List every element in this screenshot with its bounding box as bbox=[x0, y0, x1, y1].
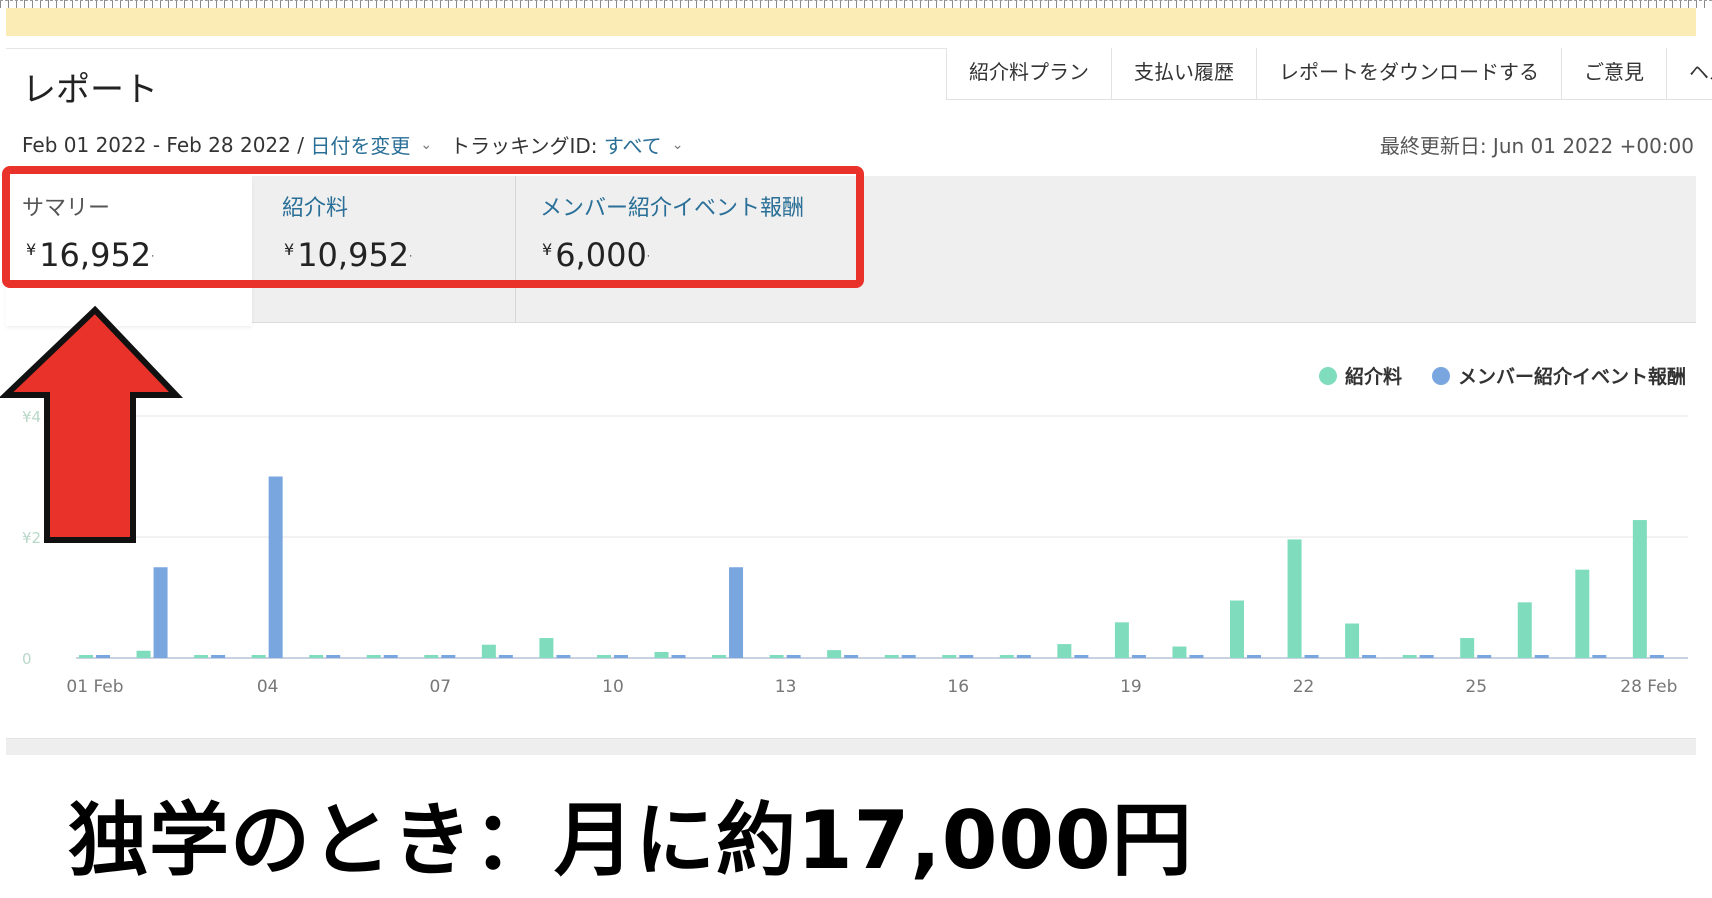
bar-fee[interactable] bbox=[596, 654, 611, 658]
bar-fee[interactable] bbox=[827, 650, 842, 658]
bar-event[interactable] bbox=[671, 654, 686, 658]
bar-fee[interactable] bbox=[481, 644, 496, 658]
y-tick-label: ¥4 bbox=[22, 408, 41, 426]
bar-fee[interactable] bbox=[1575, 569, 1590, 658]
bar-event[interactable] bbox=[1419, 654, 1434, 658]
x-tick-label: 28 Feb bbox=[1620, 677, 1677, 697]
x-tick-label: 22 bbox=[1293, 677, 1315, 697]
bar-event[interactable] bbox=[383, 654, 398, 658]
bar-event[interactable] bbox=[96, 654, 110, 658]
bar-fee[interactable] bbox=[1287, 539, 1302, 658]
earnings-chart: 0 ¥2 ¥4 01 Feb 04 07 10 13 16 19 22 25 28 Feb bbox=[0, 305, 1688, 697]
bar-event[interactable] bbox=[1649, 654, 1664, 658]
bar-event[interactable] bbox=[441, 654, 456, 658]
x-tick-label: 07 bbox=[429, 677, 451, 697]
x-tick-label: 19 bbox=[1120, 677, 1142, 697]
bar-event[interactable] bbox=[729, 567, 744, 658]
bar-fee[interactable] bbox=[884, 654, 899, 658]
x-tick-label: 16 bbox=[947, 677, 969, 697]
y-tick-label: 0 bbox=[22, 650, 32, 668]
bar-fee[interactable] bbox=[1230, 600, 1244, 658]
y-tick-label: ¥2 bbox=[22, 529, 41, 547]
caption-text: 独学のとき：月に約17,000円 bbox=[68, 794, 1193, 887]
bar-fee[interactable] bbox=[539, 638, 554, 658]
x-tick-label: 13 bbox=[775, 677, 797, 697]
bar-event[interactable] bbox=[1534, 654, 1549, 658]
bar-event[interactable] bbox=[556, 654, 571, 658]
bar-fee[interactable] bbox=[769, 654, 784, 658]
bar-event[interactable] bbox=[786, 654, 801, 658]
bar-fee[interactable] bbox=[942, 654, 957, 658]
bar-fee[interactable] bbox=[712, 654, 727, 658]
bar-event[interactable] bbox=[268, 476, 283, 659]
bar-event[interactable] bbox=[1189, 654, 1204, 658]
bar-event[interactable] bbox=[844, 654, 859, 658]
x-tick-label: 01 Feb bbox=[66, 677, 123, 697]
bar-fee[interactable] bbox=[654, 651, 669, 658]
footer-divider bbox=[6, 738, 1696, 755]
bar-event[interactable] bbox=[613, 654, 628, 658]
x-tick-label: 10 bbox=[602, 677, 624, 697]
bar-event[interactable] bbox=[1074, 654, 1089, 658]
bar-event[interactable] bbox=[1131, 654, 1146, 658]
bar-fee[interactable] bbox=[309, 654, 324, 658]
bar-fee[interactable] bbox=[79, 654, 93, 658]
bar-event[interactable] bbox=[498, 654, 513, 658]
bar-fee[interactable] bbox=[999, 654, 1014, 658]
bar-fee[interactable] bbox=[251, 654, 266, 658]
bar-fee[interactable] bbox=[194, 654, 209, 658]
bar-event[interactable] bbox=[1304, 654, 1319, 658]
bar-fee[interactable] bbox=[1114, 622, 1129, 658]
bar-event[interactable] bbox=[1592, 654, 1607, 658]
bar-event[interactable] bbox=[1247, 654, 1261, 658]
bar-fee[interactable] bbox=[1402, 654, 1417, 658]
bar-event[interactable] bbox=[1362, 654, 1377, 658]
bar-fee[interactable] bbox=[424, 654, 439, 658]
bar-event[interactable] bbox=[1016, 654, 1031, 658]
bar-fee[interactable] bbox=[1057, 644, 1072, 658]
bar-fee[interactable] bbox=[136, 650, 151, 658]
bar-fee[interactable] bbox=[366, 654, 381, 658]
bar-event[interactable] bbox=[153, 567, 168, 658]
bar-fee[interactable] bbox=[1345, 623, 1360, 658]
bar-fee[interactable] bbox=[1517, 602, 1532, 658]
bar-event[interactable] bbox=[959, 654, 974, 658]
bar-fee[interactable] bbox=[1632, 520, 1647, 658]
x-tick-label: 04 bbox=[257, 677, 279, 697]
bar-fee[interactable] bbox=[1172, 646, 1187, 658]
bar-event[interactable] bbox=[326, 654, 341, 658]
bar-event[interactable] bbox=[901, 654, 916, 658]
bar-event[interactable] bbox=[1477, 654, 1492, 658]
bar-fee[interactable] bbox=[1460, 638, 1475, 658]
x-tick-label: 25 bbox=[1465, 677, 1487, 697]
bar-event[interactable] bbox=[211, 654, 226, 658]
